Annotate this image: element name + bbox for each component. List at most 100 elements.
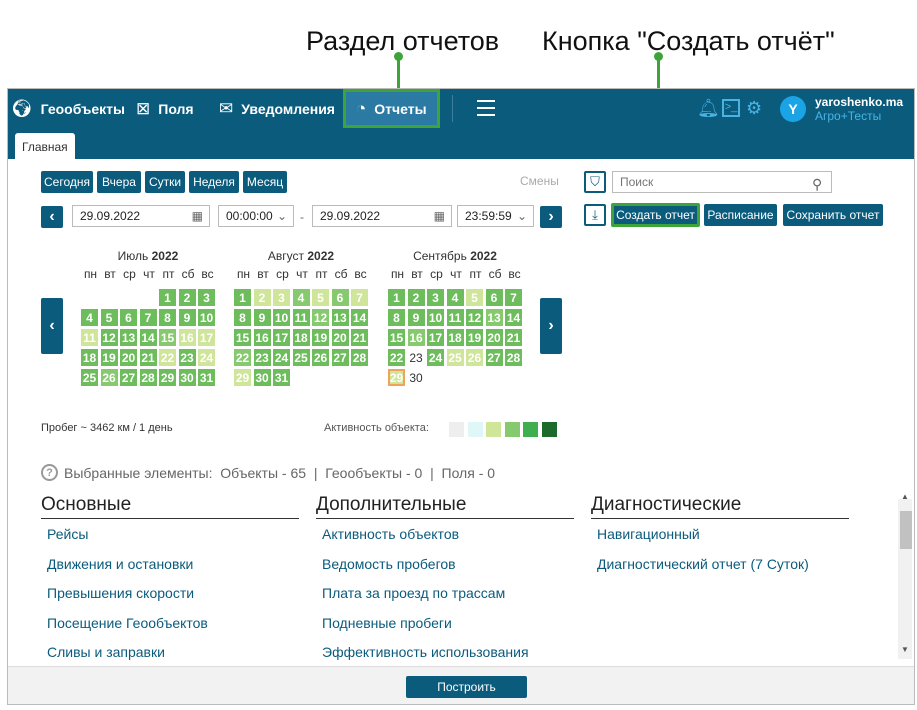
calendar-day[interactable]: 31: [198, 369, 215, 386]
calendar-day[interactable]: 26: [312, 349, 329, 366]
nav-notifications[interactable]: ✉ Уведомления: [219, 89, 335, 128]
nav-reports[interactable]: ◔ Отчеты: [343, 89, 440, 128]
calendar-day[interactable]: 10: [427, 309, 444, 326]
report-link[interactable]: Превышения скорости: [47, 585, 194, 601]
calendar-day[interactable]: 19: [100, 349, 118, 366]
calendar-day[interactable]: 8: [388, 309, 405, 326]
selected-geo[interactable]: Геообъекты - 0: [325, 465, 422, 481]
date-from-input[interactable]: 29.09.2022 ▦: [72, 205, 210, 227]
calendar-day[interactable]: 2: [253, 289, 271, 306]
calendar-day[interactable]: 1: [388, 289, 405, 306]
calendar-day[interactable]: 27: [485, 349, 503, 366]
calendar-day[interactable]: 4: [446, 289, 464, 306]
calendar-day[interactable]: 20: [331, 329, 349, 346]
calendar-day[interactable]: 23: [408, 349, 425, 366]
calendar-day[interactable]: 8: [159, 309, 176, 326]
bookmark-icon[interactable]: ⛉: [584, 171, 606, 193]
calendar-day[interactable]: 15: [159, 329, 176, 346]
user-name[interactable]: yaroshenko.ma: [815, 95, 903, 109]
schedule-button[interactable]: Расписание: [704, 204, 777, 226]
calendar-day[interactable]: 23: [253, 349, 271, 366]
calendar-day[interactable]: 1: [159, 289, 176, 306]
calendar-day[interactable]: 7: [139, 309, 157, 326]
calendar-day[interactable]: 14: [139, 329, 157, 346]
calendar-day[interactable]: 27: [331, 349, 349, 366]
create-report-button[interactable]: Создать отчет: [611, 203, 700, 227]
calendar-day[interactable]: 12: [466, 309, 483, 326]
calendar-day[interactable]: 22: [234, 349, 251, 366]
calendar-day[interactable]: 25: [81, 369, 98, 386]
calendar-day[interactable]: 17: [427, 329, 444, 346]
calendar-day[interactable]: 18: [81, 349, 98, 366]
calendar-day[interactable]: 9: [178, 309, 196, 326]
nav-geo[interactable]: 🌍︎ Геообъекты: [11, 89, 125, 128]
calendar-day[interactable]: 13: [331, 309, 349, 326]
report-link[interactable]: Сливы и заправки: [47, 644, 165, 660]
calendar-day[interactable]: 31: [273, 369, 290, 386]
calendar-day[interactable]: 24: [427, 349, 444, 366]
calendar-day[interactable]: 21: [351, 329, 368, 346]
scroll-down-icon[interactable]: ▼: [901, 645, 909, 654]
scrollbar-thumb[interactable]: [900, 511, 912, 549]
download-icon[interactable]: ⤓: [584, 204, 606, 226]
calendar-day[interactable]: 26: [100, 369, 118, 386]
report-link[interactable]: Ведомость пробегов: [322, 556, 456, 572]
report-link[interactable]: Движения и остановки: [47, 556, 193, 572]
calendar-next-button[interactable]: ›: [540, 298, 562, 354]
calendar-day[interactable]: 21: [139, 349, 157, 366]
prev-period-button[interactable]: ‹: [41, 206, 63, 228]
calendar-day[interactable]: 28: [351, 349, 368, 366]
calendar-day[interactable]: 18: [446, 329, 464, 346]
calendar-day[interactable]: 16: [253, 329, 271, 346]
calendar-day[interactable]: 21: [505, 329, 522, 346]
calendar-day[interactable]: 5: [466, 289, 483, 306]
time-from-select[interactable]: 00:00:00 ⌄: [218, 205, 294, 227]
calendar-day[interactable]: 29: [159, 369, 176, 386]
calendar-day[interactable]: 28: [139, 369, 157, 386]
calendar-day[interactable]: 6: [120, 309, 137, 326]
shifts-toggle[interactable]: Смены: [520, 174, 559, 188]
period-yesterday-button[interactable]: Вчера: [97, 171, 141, 193]
calendar-icon[interactable]: ▦: [192, 209, 203, 223]
calendar-day[interactable]: 12: [312, 309, 329, 326]
calendar-day[interactable]: 26: [466, 349, 483, 366]
calendar-day[interactable]: 4: [292, 289, 310, 306]
calendar-day[interactable]: 30: [253, 369, 271, 386]
calendar-day[interactable]: 15: [388, 329, 405, 346]
calendar-day[interactable]: 3: [273, 289, 290, 306]
user-org[interactable]: Агро+Тесты: [815, 109, 881, 123]
scroll-up-icon[interactable]: ▲: [901, 492, 909, 501]
calendar-day[interactable]: 24: [273, 349, 290, 366]
selected-objects[interactable]: Объекты - 65: [220, 465, 306, 481]
console-icon[interactable]: >_: [722, 99, 740, 117]
report-link[interactable]: Посещение Геообъектов: [47, 615, 208, 631]
report-link[interactable]: Активность объектов: [322, 526, 459, 542]
calendar-day[interactable]: 17: [198, 329, 215, 346]
calendar-day[interactable]: 30: [408, 369, 425, 386]
calendar-day[interactable]: 14: [351, 309, 368, 326]
calendar-day[interactable]: 7: [351, 289, 368, 306]
calendar-day[interactable]: 10: [273, 309, 290, 326]
nav-fields[interactable]: ⊠ Поля: [136, 89, 194, 128]
next-period-button[interactable]: ›: [540, 206, 562, 228]
calendar-day[interactable]: 10: [198, 309, 215, 326]
calendar-day[interactable]: 11: [446, 309, 464, 326]
calendar-day[interactable]: 23: [178, 349, 196, 366]
save-report-button[interactable]: Сохранить отчет: [783, 204, 883, 226]
selected-fields[interactable]: Поля - 0: [442, 465, 496, 481]
period-today-button[interactable]: Сегодня: [41, 171, 93, 193]
calendar-day[interactable]: 13: [120, 329, 137, 346]
period-week-button[interactable]: Неделя: [189, 171, 239, 193]
calendar-day[interactable]: 12: [100, 329, 118, 346]
calendar-day[interactable]: 11: [81, 329, 98, 346]
calendar-prev-button[interactable]: ‹: [41, 298, 63, 354]
report-link[interactable]: Плата за проезд по трассам: [322, 585, 505, 601]
calendar-day[interactable]: 22: [159, 349, 176, 366]
calendar-day[interactable]: 7: [505, 289, 522, 306]
report-link[interactable]: Рейсы: [47, 526, 88, 542]
calendar-day[interactable]: 9: [253, 309, 271, 326]
calendar-day[interactable]: 19: [466, 329, 483, 346]
calendar-day[interactable]: 3: [198, 289, 215, 306]
report-link[interactable]: Подневные пробеги: [322, 615, 452, 631]
calendar-day[interactable]: 16: [178, 329, 196, 346]
